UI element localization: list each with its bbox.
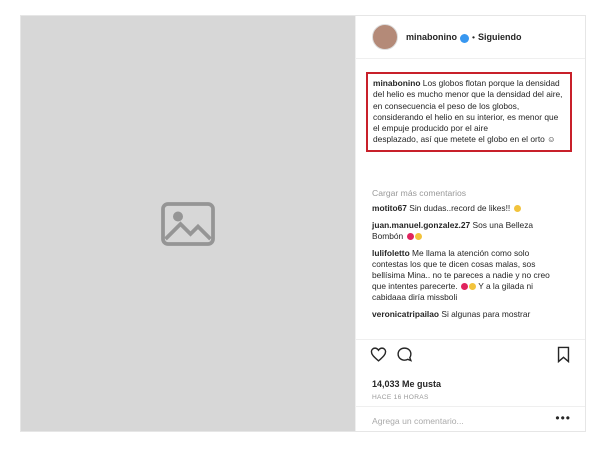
comment: juan.manuel.gonzalez.27 Sos una Belleza …	[372, 220, 562, 242]
comment-username[interactable]: juan.manuel.gonzalez.27	[372, 220, 470, 230]
image-icon	[161, 201, 215, 246]
instagram-post: minabonino • Siguiendo minabonino Los gl…	[20, 15, 586, 432]
heart-emoji-icon	[406, 233, 414, 240]
bookmark-icon[interactable]	[556, 346, 571, 363]
action-bar	[356, 339, 585, 384]
avatar[interactable]	[372, 24, 398, 50]
comment: veronicatripailao Si algunas para mostra…	[372, 309, 562, 320]
follow-status-button[interactable]: Siguiendo	[478, 32, 522, 42]
comment-icon[interactable]	[396, 346, 413, 363]
comment-username[interactable]: motito67	[372, 203, 407, 213]
post-timestamp: HACE 16 HORAS	[372, 394, 429, 401]
caption-text-continued: desplazado, así que metete el globo en e…	[373, 134, 556, 145]
heart-icon[interactable]	[370, 346, 387, 363]
comment: lulifoletto Me llama la atención como so…	[372, 248, 562, 303]
heart-emoji-icon	[461, 283, 468, 290]
comment: motito67 Sin dudas..record de likes!!	[372, 203, 562, 214]
header-username[interactable]: minabonino	[406, 32, 457, 42]
comment-text: Si algunas para mostrar	[441, 309, 531, 319]
separator-dot: •	[472, 32, 476, 42]
comments-list: motito67 Sin dudas..record de likes!! ju…	[372, 203, 562, 326]
post-header: minabonino • Siguiendo	[356, 16, 585, 59]
caption-username[interactable]: minabonino	[373, 78, 420, 88]
comment-username[interactable]: veronicatripailao	[372, 309, 439, 319]
add-comment-bar: Agrega un comentario... •••	[356, 406, 585, 433]
image-placeholder	[21, 16, 355, 431]
post-photo[interactable]	[21, 16, 355, 431]
comment-username[interactable]: lulifoletto	[372, 248, 410, 258]
emoji-icon	[469, 283, 476, 290]
post-sidebar: minabonino • Siguiendo minabonino Los gl…	[355, 16, 585, 431]
load-more-comments[interactable]: Cargar más comentarios	[372, 188, 466, 198]
verified-icon	[460, 33, 469, 43]
more-options-button[interactable]: •••	[555, 411, 571, 425]
emoji-icon	[414, 233, 422, 240]
likes-count[interactable]: 14,033 Me gusta	[372, 379, 441, 389]
comment-text: Sin dudas..record de likes!!	[409, 203, 511, 213]
emoji-icon	[513, 205, 521, 212]
add-comment-input[interactable]: Agrega un comentario...	[372, 416, 464, 426]
caption-highlight-box: minabonino Los globos flotan porque la d…	[366, 72, 572, 152]
